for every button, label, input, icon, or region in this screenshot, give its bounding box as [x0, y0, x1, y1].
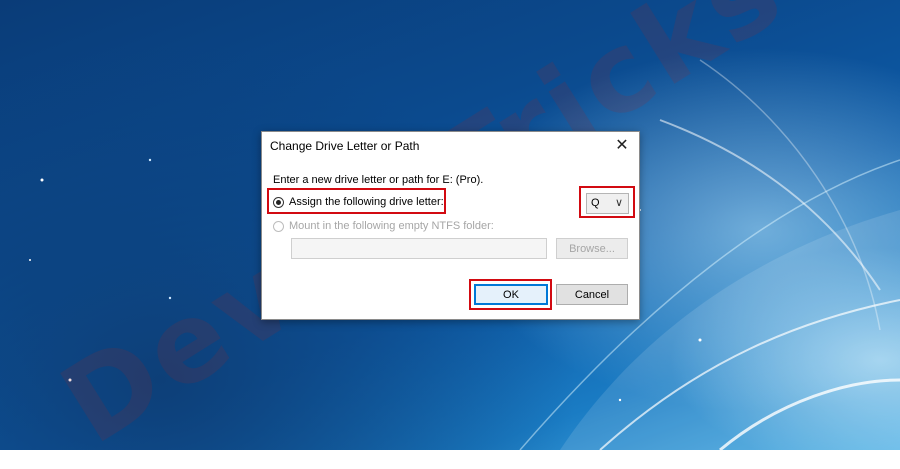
ntfs-folder-path-input[interactable] — [291, 238, 547, 259]
highlight-assign-option — [267, 188, 446, 214]
change-drive-letter-dialog: Change Drive Letter or Path ✕ Enter a ne… — [261, 131, 640, 320]
mount-ntfs-option[interactable]: Mount in the following empty NTFS folder… — [273, 218, 494, 234]
dialog-title: Change Drive Letter or Path — [270, 139, 420, 153]
radio-mount-icon[interactable] — [273, 220, 284, 232]
close-icon[interactable]: ✕ — [605, 132, 639, 160]
mount-option-label: Mount in the following empty NTFS folder… — [289, 220, 494, 232]
dialog-titlebar[interactable]: Change Drive Letter or Path ✕ — [262, 132, 639, 160]
browse-button[interactable]: Browse... — [556, 238, 628, 259]
highlight-ok-button — [469, 279, 552, 310]
cancel-button[interactable]: Cancel — [556, 284, 628, 305]
highlight-drive-dropdown — [579, 186, 635, 218]
dialog-prompt: Enter a new drive letter or path for E: … — [273, 174, 484, 186]
